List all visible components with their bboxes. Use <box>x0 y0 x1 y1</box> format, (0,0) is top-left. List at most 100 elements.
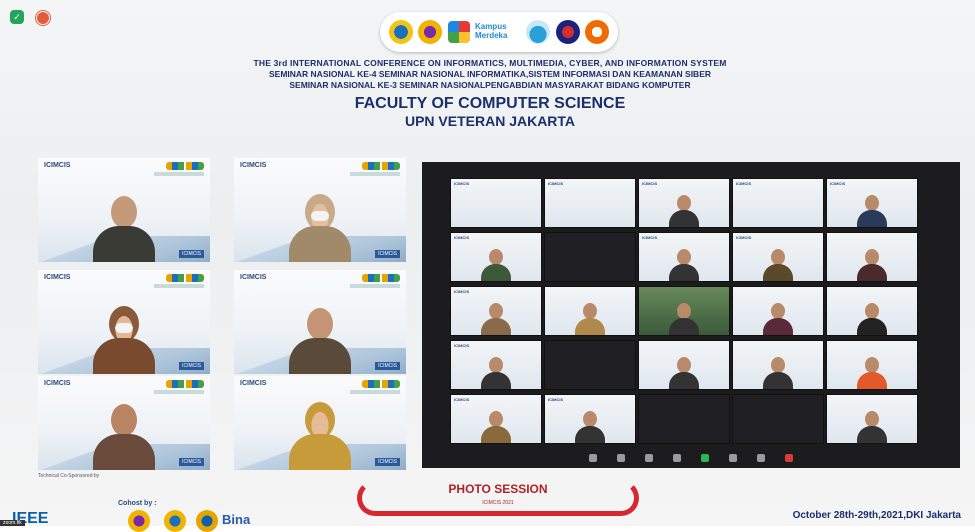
tile-subtitle-bar <box>350 172 400 176</box>
record-icon[interactable] <box>729 454 737 462</box>
zoom-participant-tile[interactable]: ICIMCIS <box>826 178 918 228</box>
title-line-3: SEMINAR NASIONAL KE-3 SEMINAR NASIONALPE… <box>289 80 691 90</box>
participant-tile[interactable]: ICIMCIS ICIMCIS <box>38 376 210 470</box>
cohost-logo-icon <box>128 510 150 532</box>
tile-logos-icon <box>166 274 204 282</box>
tile-logos-icon <box>166 380 204 388</box>
tile-header: ICIMCIS <box>454 289 470 294</box>
event-date: October 28th-29th,2021,DKI Jakarta <box>792 510 961 521</box>
zoom-participant-tile[interactable] <box>826 286 918 336</box>
tile-tag: ICIMCIS <box>179 250 204 258</box>
participant-tile[interactable]: ICIMCIS ICIMCIS <box>38 158 210 262</box>
globe-logo-icon <box>555 20 580 44</box>
ptn-logo-icon <box>447 21 470 43</box>
tile-header: ICIMCIS <box>736 235 752 240</box>
zoom-participant-tile[interactable] <box>826 340 918 390</box>
tile-header: ICIMCIS <box>830 181 846 186</box>
participant-tile[interactable]: ICIMCIS ICIMCIS <box>38 270 210 374</box>
tile-subtitle-bar <box>154 172 204 176</box>
tile-logos-icon <box>362 162 400 170</box>
zoom-participant-tile[interactable] <box>638 286 730 336</box>
tile-header: ICIMCIS <box>240 274 267 281</box>
tutwuri-logo-icon <box>388 20 413 44</box>
upn-logo-icon <box>418 20 443 44</box>
zoom-toolbar <box>422 448 960 468</box>
tile-subtitle-bar <box>350 390 400 394</box>
zoom-participant-tile[interactable]: ICIMCIS <box>450 232 542 282</box>
tile-header: ICIMCIS <box>642 181 658 186</box>
zoom-participant-tile[interactable] <box>544 286 636 336</box>
zoom-participant-tile[interactable] <box>638 340 730 390</box>
bina-logo: Bina <box>222 512 251 527</box>
record-indicator-icon <box>36 11 50 25</box>
zoom-participant-tile[interactable] <box>826 232 918 282</box>
tile-logos-icon <box>362 380 400 388</box>
footer: Technical Co-Sponsored by IEEE Cohost by… <box>0 470 975 532</box>
tile-subtitle-bar <box>350 284 400 288</box>
zoom-participant-tile[interactable]: ICIMCIS <box>544 178 636 228</box>
tile-header: ICIMCIS <box>736 181 752 186</box>
zoom-participant-tile[interactable] <box>732 340 824 390</box>
zoom-participant-tile[interactable] <box>826 394 918 444</box>
zoom-participant-tile[interactable] <box>732 286 824 336</box>
tile-logos-icon <box>166 162 204 170</box>
share-screen-icon[interactable] <box>701 454 709 462</box>
university-title: UPN VETERAN JAKARTA <box>404 113 576 129</box>
zoom-participant-tile[interactable]: ICIMCIS <box>450 286 542 336</box>
participant-video <box>285 400 355 470</box>
zoom-participant-tile[interactable] <box>544 340 636 390</box>
shield-icon[interactable]: ✓ <box>10 10 24 24</box>
tile-logos-icon <box>362 274 400 282</box>
tile-header: ICIMCIS <box>454 397 470 402</box>
kampus-merdeka-logo: Kampus Merdeka <box>474 19 521 45</box>
tile-header: ICIMCIS <box>454 343 470 348</box>
drop-logo-icon <box>526 20 551 44</box>
title-line-2: SEMINAR NASIONAL KE-4 SEMINAR NASIONAL I… <box>268 69 711 79</box>
zoom-participant-tile[interactable]: ICIMCIS <box>638 178 730 228</box>
tile-tag: ICIMCIS <box>375 250 400 258</box>
tile-header: ICIMCIS <box>44 274 71 281</box>
cohost-logo-icon <box>164 510 186 532</box>
title-line-1: THE 3rd INTERNATIONAL CONFERENCE ON INFO… <box>253 58 727 68</box>
tile-subtitle-bar <box>154 284 204 288</box>
faculty-title: FACULTY OF COMPUTER SCIENCE <box>354 95 626 112</box>
zoom-participant-tile[interactable]: ICIMCIS <box>638 232 730 282</box>
screen: ✓ Kampus Merdeka THE 3rd INTERNATIONAL C… <box>0 0 975 532</box>
video-icon[interactable] <box>617 454 625 462</box>
participants-icon[interactable] <box>645 454 653 462</box>
reactions-icon[interactable] <box>757 454 765 462</box>
zoom-name-label: zoom.fik <box>0 520 25 526</box>
tile-header: ICIMCIS <box>44 162 71 169</box>
sponsor-logo-strip: Kampus Merdeka <box>380 12 618 52</box>
tile-header: ICIMCIS <box>642 235 658 240</box>
zoom-participant-tile[interactable]: ICIMCIS <box>732 232 824 282</box>
conference-titles: THE 3rd INTERNATIONAL CONFERENCE ON INFO… <box>150 58 830 129</box>
participant-video <box>89 192 159 262</box>
tile-header: ICIMCIS <box>454 235 470 240</box>
tile-header: ICIMCIS <box>548 397 564 402</box>
participant-tile[interactable]: ICIMCIS ICIMCIS <box>234 158 406 262</box>
leave-icon[interactable] <box>785 454 793 462</box>
participant-tile[interactable]: ICIMCIS ICIMCIS <box>234 270 406 374</box>
mic-icon[interactable] <box>589 454 597 462</box>
zoom-participant-tile[interactable]: ICIMCIS <box>450 178 542 228</box>
zoom-gallery-view: ICIMCIS ICIMCIS ICIMCIS ICIMCIS ICIMCIS … <box>422 162 960 468</box>
participant-video <box>89 400 159 470</box>
zoom-participant-tile[interactable] <box>732 394 824 444</box>
chat-icon[interactable] <box>673 454 681 462</box>
tile-header: ICIMCIS <box>44 380 71 387</box>
photo-session-banner: PHOTO SESSION ICIMCIS 2021 <box>357 474 639 520</box>
zoom-participant-tile[interactable]: ICIMCIS <box>450 340 542 390</box>
tile-subtitle-bar <box>154 390 204 394</box>
photo-session-sub: ICIMCIS 2021 <box>482 500 514 506</box>
cohost-logo-icon <box>196 510 218 532</box>
zoom-participant-tile[interactable] <box>638 394 730 444</box>
zoom-participant-tile[interactable]: ICIMCIS <box>544 394 636 444</box>
participant-tile[interactable]: ICIMCIS ICIMCIS <box>234 376 406 470</box>
participant-video <box>285 192 355 262</box>
zoom-participant-tile[interactable] <box>544 232 636 282</box>
zoom-participant-tile[interactable]: ICIMCIS <box>732 178 824 228</box>
zoom-participant-tile[interactable]: ICIMCIS <box>450 394 542 444</box>
tile-tag: ICIMCIS <box>179 362 204 370</box>
conference-logo-icon <box>585 20 610 44</box>
